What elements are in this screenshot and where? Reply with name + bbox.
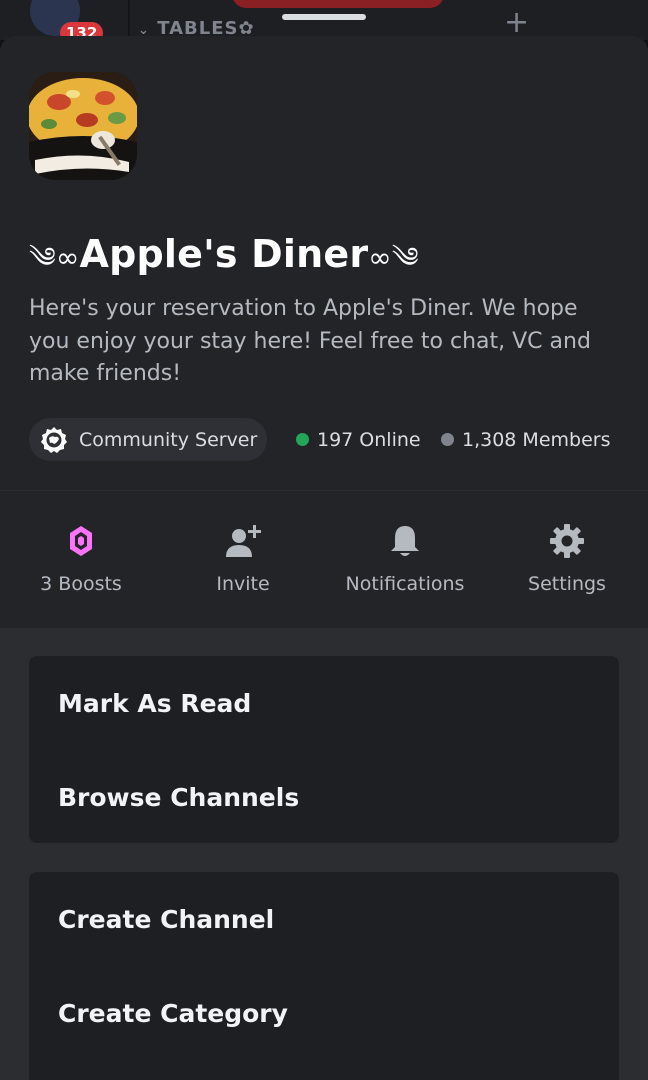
notifications-label: Notifications: [345, 573, 465, 595]
member-count: 1,308 Members: [441, 418, 610, 461]
online-count-text: 197 Online: [317, 428, 421, 451]
server-header: ༄∞Apple's Diner∞༄ Here's your reservatio…: [0, 36, 648, 490]
server-menu-sheet: ༄∞Apple's Diner∞༄ Here's your reservatio…: [0, 36, 648, 1080]
online-count: 197 Online: [296, 418, 421, 461]
menu-group-create: Create Channel Create Category: [29, 872, 619, 1080]
ornament-right: ∞༄: [368, 241, 419, 274]
community-server-label: Community Server: [79, 428, 258, 451]
server-icon-image: [29, 72, 137, 180]
online-status-dot: [296, 433, 309, 446]
server-stats: Community Server 197 Online 1,308 Member…: [29, 418, 629, 461]
boosts-label: 3 Boosts: [40, 573, 122, 595]
add-user-icon: [226, 525, 261, 557]
background-voice-bar: [232, 0, 444, 8]
background-app: 132 ⌄ TABLES✿ +: [0, 0, 648, 40]
member-status-dot: [441, 433, 454, 446]
bell-icon: [391, 526, 419, 556]
ornament-left: ༄∞: [29, 241, 80, 274]
community-server-chip[interactable]: Community Server: [29, 418, 267, 461]
background-add-icon: +: [504, 5, 530, 40]
browse-channels-item[interactable]: Browse Channels: [29, 751, 619, 845]
server-actions-bar: 3 Boosts Invite Notifications Settings: [0, 490, 648, 628]
sheet-drag-handle[interactable]: [282, 14, 366, 20]
notifications-button[interactable]: Notifications: [324, 491, 486, 629]
settings-button[interactable]: Settings: [486, 491, 648, 629]
invite-button[interactable]: Invite: [162, 491, 324, 629]
server-name-core: Apple's Diner: [79, 232, 369, 276]
server-icon[interactable]: [29, 72, 137, 180]
gear-icon: [550, 524, 584, 558]
boost-gem-icon: [70, 526, 92, 556]
background-divider: [128, 0, 130, 40]
create-category-item[interactable]: Create Category: [29, 967, 619, 1061]
menu-group-read: Mark As Read Browse Channels: [29, 656, 619, 843]
server-name-text: ༄∞Apple's Diner∞༄: [29, 232, 419, 276]
boosts-button[interactable]: 3 Boosts: [0, 491, 162, 629]
create-channel-item[interactable]: Create Channel: [29, 873, 619, 967]
community-globe-icon: [41, 426, 67, 453]
mark-as-read-item[interactable]: Mark As Read: [29, 657, 619, 751]
invite-label: Invite: [216, 573, 270, 595]
member-count-text: 1,308 Members: [462, 428, 611, 451]
server-description: Here's your reservation to Apple's Diner…: [29, 296, 591, 386]
settings-label: Settings: [528, 573, 606, 595]
